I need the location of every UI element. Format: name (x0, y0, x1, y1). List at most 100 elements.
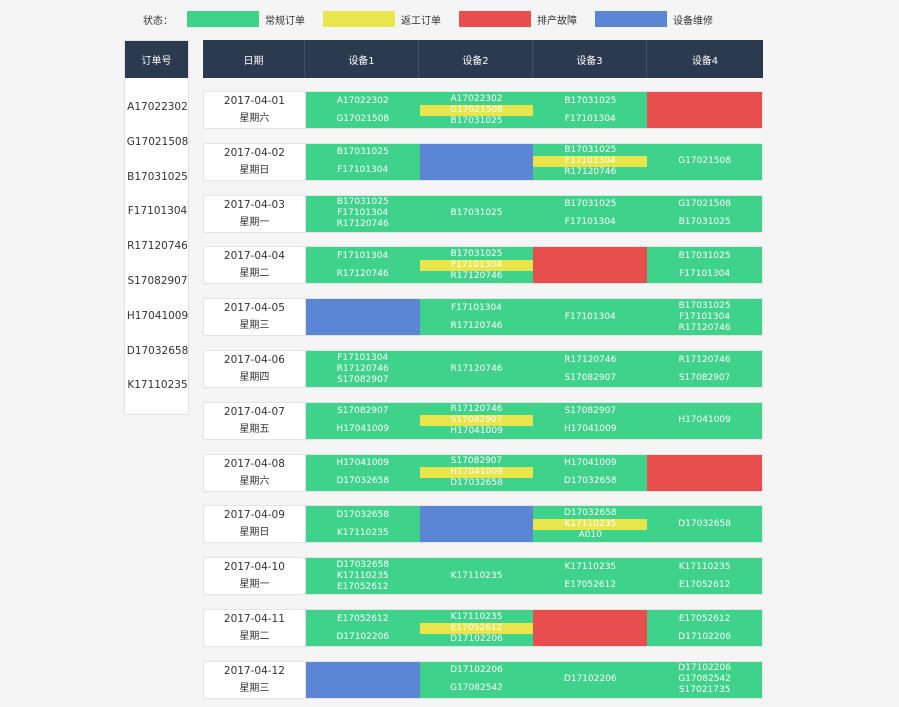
device-1-slot[interactable]: B17031025 F17101304 (305, 143, 420, 180)
device-3-slot[interactable]: K17110235 E17052612 (533, 558, 648, 595)
order-tag: S17082907 (564, 372, 617, 383)
date-text: 2017-04-08 (223, 457, 285, 470)
date-cell: 2017-04-05 星期三 (204, 299, 306, 336)
device-3-slot[interactable]: B17031025 F17101304 (533, 195, 648, 232)
device-2-slot[interactable]: R17120746 (419, 351, 534, 387)
order-tag: D17102206 (450, 633, 503, 644)
order-item[interactable]: B17031025 (125, 171, 190, 183)
device-2-slot[interactable] (419, 506, 534, 543)
rework-order-tag: S17082907 (419, 415, 534, 427)
date-cell: 2017-04-04 星期二 (204, 247, 306, 284)
weekday-text: 星期五 (239, 423, 270, 435)
order-tag: S17082907 (336, 374, 389, 385)
device-3-slot[interactable] (533, 247, 648, 284)
order-item[interactable]: D17032658 (125, 345, 190, 357)
device-1-slot[interactable]: B17031025 F17101304 R17120746 (305, 195, 420, 232)
date-cell: 2017-04-02 星期日 (204, 143, 306, 180)
device-4-slot[interactable]: D17032658 (647, 506, 762, 543)
device-2-slot[interactable]: B17031025 F17101304 R17120746 (419, 247, 534, 284)
device-2-slot[interactable]: K17110235 E17052612 D17102206 (419, 610, 534, 646)
weekday-text: 星期二 (239, 268, 270, 280)
date-cell: 2017-04-12 星期三 (204, 661, 306, 698)
order-tag: E17052612 (336, 581, 389, 592)
weekday-text: 星期四 (239, 372, 270, 383)
device-2-slot[interactable]: K17110235 (419, 558, 534, 595)
device-3-slot[interactable]: B17031025 F17101304 R17120746 (533, 143, 648, 180)
date-text: 2017-04-07 (223, 405, 285, 418)
device-3-slot[interactable] (533, 610, 648, 646)
device-4-slot[interactable] (647, 454, 762, 491)
device-3-slot[interactable]: D17102206 (533, 661, 648, 698)
order-tag: D17102206 (563, 674, 617, 685)
order-item[interactable]: K17110235 (125, 379, 190, 391)
device-3-slot[interactable]: B17031025 F17101304 (533, 92, 648, 128)
device-1-slot[interactable] (305, 661, 420, 698)
device-2-slot[interactable] (419, 143, 534, 180)
order-tag: D17032658 (678, 518, 731, 529)
schedule-row: 2017-04-08 星期六 H17041009 D17032658 S17082907… (203, 453, 763, 492)
device-2-slot[interactable]: S17082907 H17041009 D17032658 (419, 454, 534, 491)
device-4-slot[interactable]: D17102206 G17082542 S17021735 (647, 661, 762, 698)
schedule-row: 2017-04-11 星期二 E17052612 D17102206 K17110235… (203, 609, 763, 647)
order-item[interactable]: A17022302 (125, 101, 190, 113)
device-3-slot[interactable]: F17101304 (533, 299, 648, 336)
date-cell: 2017-04-01 星期六 (204, 92, 306, 128)
legend-swatch (459, 11, 531, 27)
order-item[interactable]: G17021508 (125, 136, 190, 148)
device-1-slot[interactable]: S17082907 H17041009 (305, 402, 420, 439)
device-1-slot[interactable]: F17101304 R17120746 S17082907 (305, 351, 420, 387)
weekday-text: 星期日 (239, 164, 270, 176)
device-4-slot[interactable] (647, 92, 762, 128)
device-1-slot[interactable]: D17032658 K17110235 E17052612 (305, 558, 420, 595)
order-tag: R17120746 (336, 363, 389, 374)
order-tag: F17101304 (564, 113, 616, 124)
device-1-slot[interactable] (305, 299, 420, 336)
schedule-row: 2017-04-07 星期五 S17082907 H17041009 R17120746… (203, 401, 763, 440)
order-tag: B17031025 (336, 147, 389, 158)
device-4-slot[interactable]: E17052612 D17102206 (647, 610, 762, 646)
device-3-slot[interactable]: S17082907 H17041009 (533, 402, 648, 439)
order-item[interactable]: H17041009 (125, 310, 190, 322)
schedule-row: 2017-04-12 星期三 D17102206 G17082542 D17102206… (203, 660, 763, 699)
weekday-text: 星期一 (239, 579, 270, 591)
device-4-slot[interactable]: B17031025 F17101304 (647, 247, 762, 284)
device-4-slot[interactable]: B17031025 F17101304 R17120746 (647, 299, 762, 336)
device-3-slot[interactable]: R17120746 S17082907 (533, 351, 648, 387)
device-4-slot[interactable]: G17021508 B17031025 (647, 195, 762, 232)
order-tag: D17032658 (450, 478, 503, 489)
device-1-slot[interactable]: H17041009 D17032658 (305, 454, 420, 491)
date-text: 2017-04-05 (223, 302, 285, 315)
device-2-slot[interactable]: D17102206 G17082542 (419, 661, 534, 698)
weekday-text: 星期三 (239, 682, 270, 694)
device-2-slot[interactable]: B17031025 (419, 195, 534, 232)
device-2-slot[interactable]: F17101304 R17120746 (419, 299, 534, 336)
device-4-slot[interactable]: H17041009 (647, 402, 762, 439)
order-tag: D17032658 (336, 509, 390, 520)
device-3-slot[interactable]: H17041009 D17032658 (533, 454, 648, 491)
device-2-slot[interactable]: A17022302 G17021508 B17031025 (419, 92, 534, 128)
device-1-slot[interactable]: F17101304 R17120746 (305, 247, 420, 284)
device-4-slot[interactable]: K17110235 E17052612 (647, 558, 762, 595)
order-tag: D17032658 (563, 476, 617, 487)
date-text: 2017-04-09 (223, 509, 285, 522)
device-3-slot[interactable]: D17032658 K17110235 A010 (533, 506, 648, 543)
legend-label: 常规订单 (265, 15, 305, 27)
order-item[interactable]: R17120746 (125, 240, 190, 252)
order-tag: F17101304 (679, 311, 731, 322)
order-item[interactable]: S17082907 (125, 275, 190, 287)
device-2-slot[interactable]: R17120746 S17082907 H17041009 (419, 402, 534, 439)
rework-order-tag: E17052612 (419, 622, 534, 634)
legend-swatch (595, 11, 667, 27)
device-1-slot[interactable]: D17032658 K17110235 (305, 506, 420, 543)
order-item[interactable]: F17101304 (125, 205, 190, 217)
order-tag: A17022302 (450, 93, 503, 104)
device-4-slot[interactable]: R17120746 S17082907 (647, 351, 762, 387)
order-tag: S17082907 (678, 372, 731, 383)
order-tag: K17110235 (336, 527, 389, 538)
order-tag: B17031025 (336, 197, 389, 208)
device-1-slot[interactable]: E17052612 D17102206 (305, 610, 420, 646)
date-text: 2017-04-11 (223, 613, 285, 625)
order-tag: S17021735 (678, 685, 731, 696)
device-4-slot[interactable]: G17021508 (647, 143, 762, 180)
device-1-slot[interactable]: A17022302 G17021508 (305, 92, 420, 128)
